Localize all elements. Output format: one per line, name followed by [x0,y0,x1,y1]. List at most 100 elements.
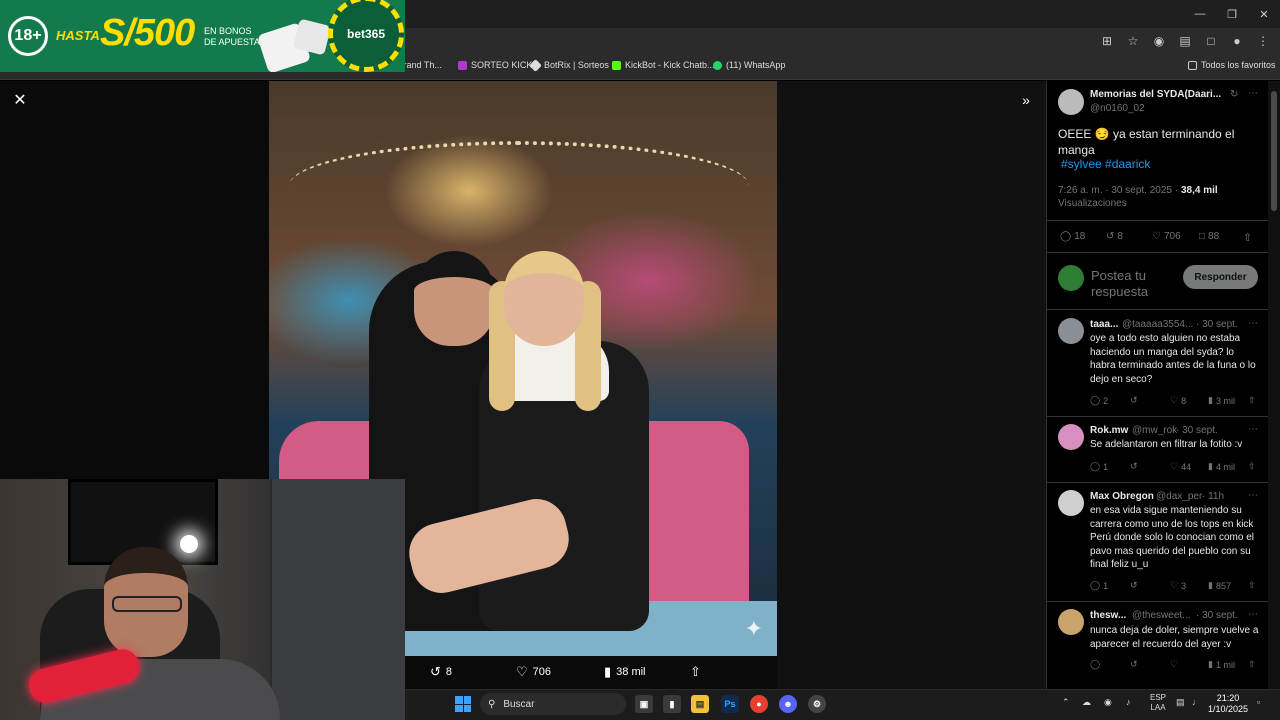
minimize-icon[interactable]: — [1184,0,1216,28]
reply-date[interactable]: · 30 sept. [1176,425,1218,436]
more-icon[interactable]: ⋯ [1248,88,1258,99]
reply-button[interactable]: ◯ 2 [1090,395,1108,406]
photo-share-button[interactable]: ⇧ [690,664,701,680]
tweet-hashtags[interactable]: #sylvee #daarick [1061,157,1150,172]
chevron-up-icon[interactable]: ⌃ [1062,697,1070,708]
heart-icon: ♡ [1170,461,1179,471]
views-button[interactable]: ▮ 3 mil [1208,395,1235,406]
reply-author-name[interactable]: Max Obregon [1090,491,1154,502]
more-icon[interactable]: ⋯ [1248,609,1258,620]
install-icon[interactable]: ⊞ [1098,32,1116,50]
grok-icon[interactable]: ↻ [1230,89,1238,100]
taskbar-clock[interactable]: 21:20 1/10/2025 [1208,693,1248,715]
avatar[interactable] [1058,318,1084,344]
reply-date[interactable]: · 30 sept. [1196,610,1238,621]
reply-author-handle[interactable]: @dax_per [1156,491,1202,502]
app-icon[interactable]: ▮ [663,695,681,713]
tweet-timestamp[interactable]: 7:26 a. m. · 30 sept. 2025 · [1058,185,1178,196]
share-button[interactable]: ⇧ [1248,395,1256,406]
scrollbar-thumb[interactable] [1271,91,1277,211]
more-icon[interactable]: ⋯ [1248,424,1258,435]
share-button[interactable]: ⇧ [1248,659,1256,670]
share-button[interactable]: ⇧ [1243,231,1252,244]
reply-author-handle[interactable]: @thesweet... [1132,610,1191,621]
language-indicator[interactable]: ESP LAA [1150,693,1166,713]
window-close-icon[interactable]: ✕ [1248,0,1280,28]
expand-icon[interactable]: » [1016,90,1036,110]
bookmark-all-favorites[interactable]: Todos los favoritos [1188,60,1276,70]
like-button[interactable]: ♡ 3 [1170,580,1186,591]
reply-button[interactable]: ◯ 18 [1060,231,1085,242]
media-icon[interactable]: ▤ [1176,32,1194,50]
scrollbar[interactable] [1268,81,1280,689]
views-button[interactable]: ▮ 1 mil [1208,659,1235,670]
retweet-button[interactable]: ↺ 8 [1106,231,1123,242]
reply-author-handle[interactable]: @mw_rok [1132,425,1177,436]
bookmark-item[interactable]: BotRix | Sorteos [529,58,609,72]
star-icon[interactable]: ☆ [1124,32,1142,50]
volume-icon[interactable]: ♩ [1192,697,1201,707]
reply-author-name[interactable]: taaa... [1090,319,1118,330]
reply-author-handle[interactable]: @taaaaa3554... [1122,319,1193,330]
views-button[interactable]: ▮ 4 mil [1208,461,1235,472]
retweet-button[interactable]: ↺ [1130,395,1138,406]
task-view-icon[interactable]: ▣ [635,695,653,713]
settings-icon[interactable]: ⚙ [808,695,826,713]
menu-icon[interactable]: ⋮ [1254,32,1272,50]
views-button[interactable]: ▮ 857 [1208,580,1231,591]
notification-icon[interactable]: ▫ [1257,697,1260,707]
bookmark-item[interactable]: (11) WhatsApp [713,60,785,70]
reply-button[interactable]: ◯ 1 [1090,461,1108,472]
display-icon[interactable]: ▤ [1176,697,1185,708]
photoshop-icon[interactable]: Ps [721,695,739,713]
profile-icon[interactable]: ● [1228,32,1246,50]
retweet-button[interactable]: ↺ [1130,461,1138,472]
taskbar-search[interactable]: ⚲ Buscar [480,693,626,715]
like-button[interactable]: ♡ [1170,659,1178,670]
avatar[interactable] [1058,490,1084,516]
reply-author-name[interactable]: Rok.mw [1090,425,1128,436]
puzzle-icon[interactable]: □ [1202,32,1220,50]
network-icon[interactable]: ◉ [1104,697,1112,708]
restore-icon[interactable]: ❐ [1216,0,1248,28]
more-icon[interactable]: ⋯ [1248,318,1258,329]
retweet-button[interactable]: ↺ [1130,659,1138,670]
chrome-icon[interactable]: ● [750,695,768,713]
photo-views-button[interactable]: ▮ 38 mil [604,664,646,680]
share-button[interactable]: ⇧ [1248,461,1256,472]
window-controls: — ❐ ✕ [1184,0,1280,28]
reply-author-name[interactable]: thesw... [1090,610,1126,621]
avatar[interactable] [1058,424,1084,450]
reply-button[interactable]: ◯ [1090,659,1100,670]
tweet-author-handle[interactable]: @n0160_02 [1090,103,1145,114]
discord-icon[interactable]: ☻ [779,695,797,713]
like-button[interactable]: ♡ 8 [1170,395,1186,406]
reply-date[interactable]: · 30 sept. [1196,319,1238,330]
retweet-button[interactable]: ↺ [1130,580,1138,591]
bookmark-item[interactable]: KickBot - Kick Chatb... [612,60,715,70]
reply-input[interactable]: Postea tu respuesta [1091,268,1179,298]
share-icon: ⇧ [1248,395,1256,405]
mic-tray-icon[interactable]: ♪ [1126,697,1131,707]
avatar[interactable] [1058,89,1084,115]
bet365-ad-banner[interactable]: 18+ HASTA S/500 EN BONOS DE APUESTA bet3… [0,0,405,72]
folder-icon [1188,60,1197,70]
windows-start-icon[interactable] [455,696,471,712]
like-button[interactable]: ♡ 44 [1170,461,1191,472]
photo-retweet-button[interactable]: ↺ 8 [430,664,452,680]
reply-date[interactable]: · 11h [1202,491,1224,502]
photo-like-button[interactable]: ♡ 706 [516,664,551,680]
extension-icon[interactable]: ◉ [1150,32,1168,50]
bookmark-button[interactable]: □ 88 [1199,231,1219,242]
avatar[interactable] [1058,609,1084,635]
file-explorer-icon[interactable]: ▤ [691,695,709,713]
tweet-author-name[interactable]: Memorias del SYDA(Daari... [1090,89,1221,100]
reply-button[interactable]: ◯ 1 [1090,580,1108,591]
like-button[interactable]: ♡ 706 [1152,231,1181,242]
close-icon[interactable]: ✕ [10,90,30,110]
share-button[interactable]: ⇧ [1248,580,1256,591]
reply-submit-button[interactable]: Responder [1183,265,1258,289]
onedrive-icon[interactable]: ☁ [1082,697,1091,708]
more-icon[interactable]: ⋯ [1248,490,1258,501]
bookmark-item[interactable]: SORTEO KICK [458,60,532,70]
